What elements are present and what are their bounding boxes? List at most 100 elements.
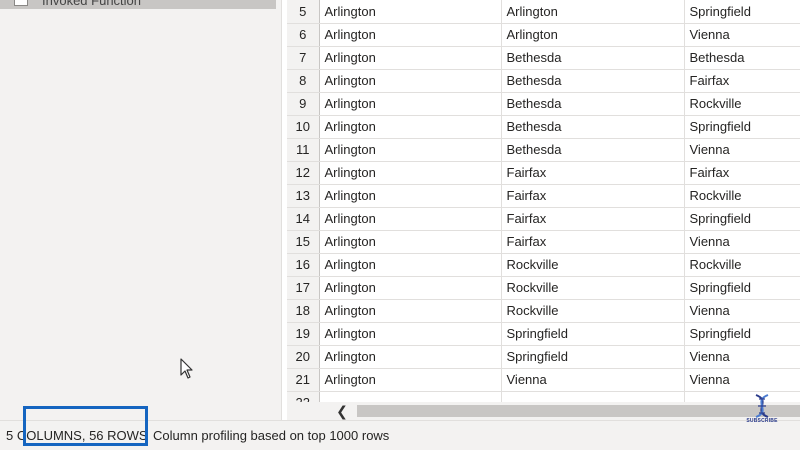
table-cell[interactable]: Arlington [319,322,502,346]
table-cell[interactable]: Arlington [319,230,502,254]
table-cell[interactable]: Fairfax [501,230,685,254]
table-cell[interactable]: Arlington [319,184,502,208]
table-cell[interactable]: Rockville [501,253,685,277]
row-number-cell[interactable]: 9 [287,92,320,116]
table-icon [14,0,28,6]
data-table: 5 Arlington Arlington Springfield 6 Arlington… [287,0,800,402]
table-cell[interactable]: Springfield [684,0,800,24]
table-row[interactable]: 19 Arlington Springfield Springfield [287,322,800,346]
table-row[interactable]: 18 Arlington Rockville Vienna [287,299,800,323]
table-cell[interactable]: Arlington [501,0,685,24]
table-cell[interactable]: Springfield [684,115,800,139]
table-cell[interactable]: Rockville [501,299,685,323]
row-number-cell[interactable]: 11 [287,138,320,162]
table-cell[interactable]: Vienna [684,23,800,47]
table-cell[interactable]: Springfield [684,207,800,231]
table-cell[interactable]: Springfield [501,322,685,346]
horizontal-scrollbar[interactable]: ❮ [287,402,800,420]
table-row[interactable]: 21 Arlington Vienna Vienna [287,368,800,392]
table-cell[interactable]: Vienna [684,299,800,323]
table-cell[interactable]: Arlington [319,0,502,24]
row-number-cell[interactable]: 18 [287,299,320,323]
row-number-cell[interactable]: 21 [287,368,320,392]
table-cell[interactable]: Fairfax [684,69,800,93]
table-row[interactable]: 16 Arlington Rockville Rockville [287,253,800,277]
table-row[interactable]: 8 Arlington Bethesda Fairfax [287,69,800,93]
table-cell[interactable]: Fairfax [501,161,685,185]
table-cell[interactable]: Bethesda [501,115,685,139]
table-cell[interactable]: Bethesda [501,69,685,93]
column-profiling-toggle[interactable]: Column profiling based on top 1000 rows [153,428,389,443]
table-row[interactable]: 15 Arlington Fairfax Vienna [287,230,800,254]
row-number-cell[interactable]: 12 [287,161,320,185]
row-number-cell[interactable]: 14 [287,207,320,231]
table-cell[interactable]: Arlington [319,161,502,185]
mouse-pointer-icon [180,358,193,379]
table-cell[interactable]: Vienna [684,230,800,254]
table-row[interactable]: 17 Arlington Rockville Springfield [287,276,800,300]
table-cell[interactable]: Arlington [501,23,685,47]
query-item-invoked-function[interactable]: Invoked Function [0,0,276,9]
row-number-cell[interactable]: 20 [287,345,320,369]
table-cell[interactable]: Rockville [684,253,800,277]
table-cell[interactable]: Springfield [684,276,800,300]
table-cell[interactable]: Bethesda [501,92,685,116]
row-number-cell[interactable]: 8 [287,69,320,93]
table-cell[interactable]: Arlington [319,345,502,369]
table-row[interactable]: 9 Arlington Bethesda Rockville [287,92,800,116]
table-row[interactable]: 11 Arlington Bethesda Vienna [287,138,800,162]
table-cell[interactable]: Arlington [319,299,502,323]
table-row[interactable]: 12 Arlington Fairfax Fairfax [287,161,800,185]
chevron-left-icon[interactable]: ❮ [335,402,349,420]
row-number-cell[interactable]: 7 [287,46,320,70]
table-row[interactable]: 20 Arlington Springfield Vienna [287,345,800,369]
table-row[interactable]: 7 Arlington Bethesda Bethesda [287,46,800,70]
row-number-cell[interactable]: 15 [287,230,320,254]
table-cell[interactable] [319,391,502,402]
table-cell[interactable]: Fairfax [684,161,800,185]
table-cell[interactable]: Rockville [501,276,685,300]
table-cell[interactable]: Springfield [501,345,685,369]
table-row[interactable]: 22 [287,391,800,402]
table-cell[interactable]: Rockville [684,184,800,208]
table-cell[interactable]: Vienna [684,368,800,392]
table-row[interactable]: 14 Arlington Fairfax Springfield [287,207,800,231]
table-cell[interactable]: Springfield [684,322,800,346]
table-cell[interactable]: Rockville [684,92,800,116]
table-cell[interactable]: Arlington [319,46,502,70]
row-number-cell[interactable]: 5 [287,0,320,24]
row-number-cell[interactable]: 13 [287,184,320,208]
table-row[interactable]: 5 Arlington Arlington Springfield [287,0,800,24]
table-cell[interactable]: Bethesda [501,46,685,70]
scrollbar-thumb[interactable] [357,405,800,417]
row-number-cell[interactable]: 10 [287,115,320,139]
table-cell[interactable]: Arlington [319,138,502,162]
table-cell[interactable] [501,391,685,402]
table-cell[interactable]: Arlington [319,115,502,139]
table-row[interactable]: 13 Arlington Fairfax Rockville [287,184,800,208]
table-cell[interactable]: Arlington [319,207,502,231]
data-grid[interactable]: 5 Arlington Arlington Springfield 6 Arlington… [287,0,800,402]
table-cell[interactable]: Arlington [319,253,502,277]
table-cell[interactable]: Arlington [319,92,502,116]
row-number-cell[interactable]: 16 [287,253,320,277]
row-number-cell[interactable]: 22 [287,391,320,402]
table-cell[interactable]: Arlington [319,23,502,47]
table-cell[interactable]: Fairfax [501,184,685,208]
table-cell[interactable] [684,391,800,402]
table-row[interactable]: 6 Arlington Arlington Vienna [287,23,800,47]
row-number-cell[interactable]: 19 [287,322,320,346]
table-cell[interactable]: Arlington [319,368,502,392]
table-cell[interactable]: Bethesda [501,138,685,162]
table-cell[interactable]: Vienna [684,345,800,369]
table-cell[interactable]: Bethesda [684,46,800,70]
table-cell[interactable]: Arlington [319,276,502,300]
table-cell[interactable]: Fairfax [501,207,685,231]
table-cell[interactable]: Arlington [319,69,502,93]
table-row[interactable]: 10 Arlington Bethesda Springfield [287,115,800,139]
row-number-cell[interactable]: 17 [287,276,320,300]
row-number-cell[interactable]: 6 [287,23,320,47]
table-cell[interactable]: Vienna [501,368,685,392]
table-cell[interactable]: Vienna [684,138,800,162]
queries-pane: Invoked Function [0,0,282,420]
